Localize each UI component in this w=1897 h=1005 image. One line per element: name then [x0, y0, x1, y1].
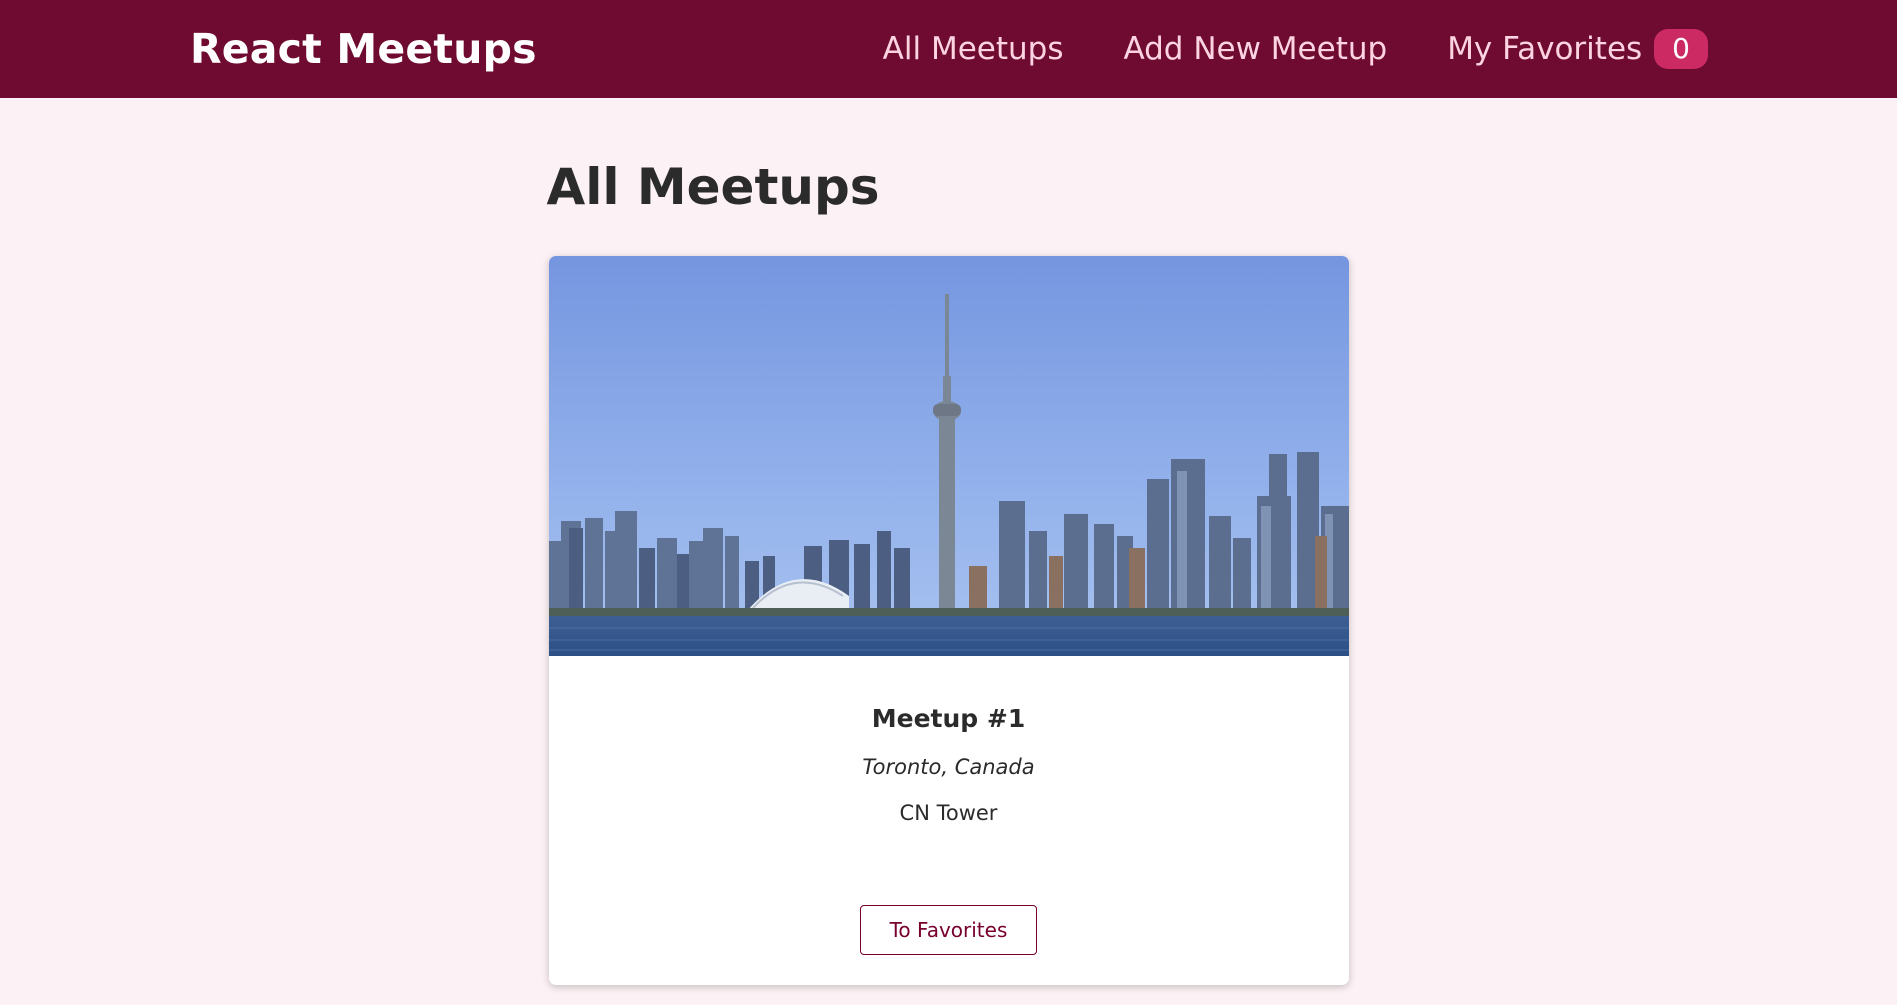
main-nav: All Meetups Add New Meetup My Favorites … [883, 29, 1708, 69]
page-title: All Meetups [546, 158, 880, 216]
favorites-count-badge: 0 [1654, 29, 1708, 69]
nav-link-my-favorites[interactable]: My Favorites 0 [1447, 29, 1708, 69]
meetup-image [548, 256, 1349, 656]
meetup-card-actions: To Favorites [549, 845, 1349, 985]
meetup-card: Meetup #1 Toronto, Canada CN Tower To Fa… [548, 256, 1349, 985]
meetup-card-content: Meetup #1 Toronto, Canada CN Tower [549, 656, 1349, 845]
nav-link-all-meetups[interactable]: All Meetups [883, 31, 1064, 67]
meetup-list: Meetup #1 Toronto, Canada CN Tower To Fa… [548, 256, 1349, 985]
nav-list: All Meetups Add New Meetup My Favorites … [883, 29, 1708, 69]
meetup-title: Meetup #1 [871, 704, 1026, 733]
meetup-description: CN Tower [899, 801, 998, 825]
nav-link-my-favorites-label[interactable]: My Favorites [1447, 31, 1642, 67]
to-favorites-button[interactable]: To Favorites [859, 905, 1038, 955]
nav-link-all-meetups-label[interactable]: All Meetups [883, 31, 1064, 67]
main-navigation-header: React Meetups All Meetups Add New Meetup… [0, 0, 1897, 98]
nav-link-add-new-meetup-label[interactable]: Add New Meetup [1123, 31, 1387, 67]
app-logo[interactable]: React Meetups [190, 25, 537, 73]
nav-link-add-new-meetup[interactable]: Add New Meetup [1123, 31, 1387, 67]
main-content: All Meetups Meetup #1 Toronto, Canada CN… [546, 98, 1349, 985]
meetup-address: Toronto, Canada [862, 755, 1035, 779]
